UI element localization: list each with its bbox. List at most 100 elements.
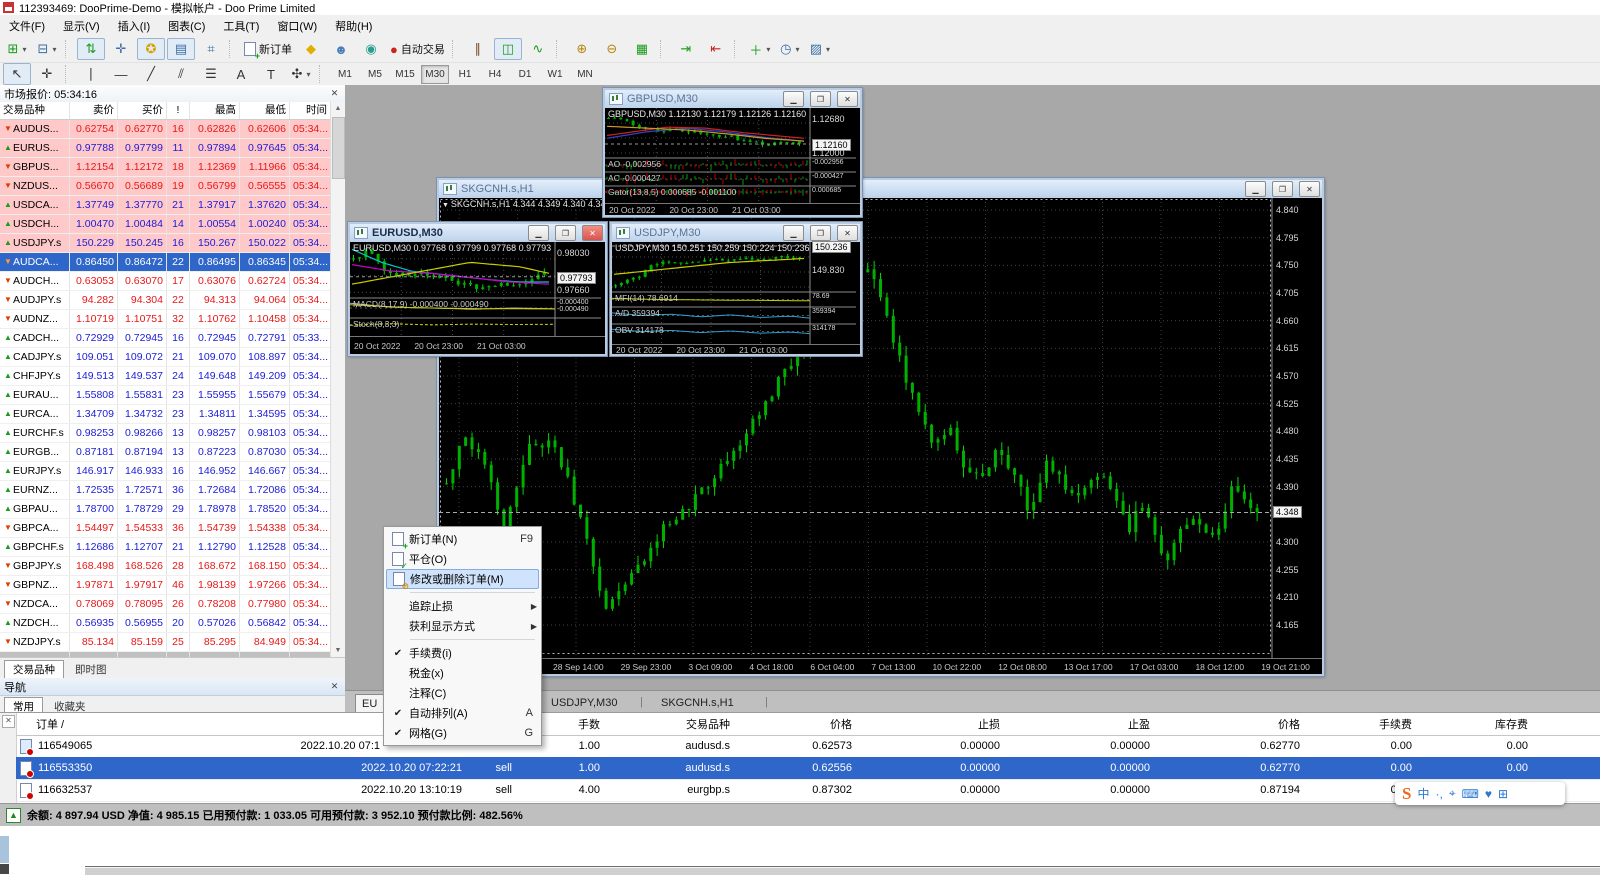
toolbox-icon[interactable]: ⊞ (1498, 787, 1508, 801)
terminal-toggle-button[interactable]: ▤ (167, 38, 195, 60)
autotrading-button[interactable]: ●自动交易 (387, 38, 448, 60)
order-row-116632537[interactable]: 1166325372022.10.20 13:10:19sell4.00eurg… (16, 779, 1600, 802)
chart-bars-button[interactable]: ∥ (464, 38, 492, 60)
column-header[interactable]: 买价 (118, 102, 167, 119)
mic-icon[interactable]: ⌖ (1449, 786, 1456, 801)
dropdown-caret-icon[interactable]: ▾ (826, 45, 830, 54)
profiles-button[interactable]: ⊟▾ (33, 38, 61, 60)
minimize-icon[interactable]: ▁ (783, 91, 804, 107)
trendline-button[interactable]: ╱ (137, 63, 165, 85)
chart-candles-button[interactable]: ◫ (494, 38, 522, 60)
chart-shift-button[interactable]: ⇤ (702, 38, 730, 60)
dropdown-caret-icon[interactable]: ▾ (306, 70, 310, 79)
legend-collapse-icon[interactable]: ▼ (442, 202, 451, 209)
context-menu-item-close-order[interactable]: ✓平仓(O) (384, 549, 541, 569)
vertical-line-button[interactable]: ∣ (77, 63, 105, 85)
column-header[interactable]: 交易品种 (0, 102, 70, 119)
market-row-EURGB...[interactable]: ▲EURGB...0.871810.87194130.872230.870300… (0, 443, 331, 462)
restore-icon[interactable]: ❐ (810, 91, 831, 107)
sogou-logo[interactable]: S (1402, 784, 1411, 804)
restore-icon[interactable]: ❐ (810, 225, 831, 241)
scroll-thumb[interactable] (332, 117, 345, 179)
timeframe-m1[interactable]: M1 (331, 65, 359, 84)
equidistant-channel-button[interactable]: ⫽ (167, 63, 195, 85)
punctuation-icon[interactable]: ·, (1435, 787, 1442, 801)
chart-window-titlebar[interactable]: SKGCNH.s,H1▁❐✕ (439, 180, 1322, 198)
skin-icon[interactable]: ♥ (1485, 787, 1492, 801)
auto-scroll-button[interactable]: ⇥ (672, 38, 700, 60)
chart-canvas[interactable]: MACD(8,17,9) -0.000400 -0.000490-0.00040… (350, 242, 605, 354)
market-watch-scrollbar[interactable]: ▲ ▼ (330, 102, 345, 658)
market-watch-header[interactable]: 交易品种卖价买价!最高最低时间 (0, 102, 331, 120)
menu-item-3[interactable]: 图表(C) (159, 16, 214, 36)
market-row-AUDCA...[interactable]: ▼AUDCA...0.864500.86472220.864950.863450… (0, 253, 331, 272)
close-icon[interactable]: ✕ (837, 91, 858, 107)
community-button[interactable]: ☻ (327, 38, 355, 60)
context-menu-item-grid[interactable]: ✔网格(G)G (384, 723, 541, 743)
context-menu-item-taxes[interactable]: 税金(x) (384, 663, 541, 683)
crosshair-button[interactable]: ✛ (33, 63, 61, 85)
market-row-CHFJPY.s[interactable]: ▲CHFJPY.s149.513149.53724149.648149.2090… (0, 367, 331, 386)
market-row-USDCA...[interactable]: ▲USDCA...1.377491.37770211.379171.376200… (0, 196, 331, 215)
context-menu-item-commissions[interactable]: ✔手续费(i) (384, 643, 541, 663)
soft-keyboard-icon[interactable]: ⌨ (1462, 787, 1479, 801)
market-row-EURNZ...[interactable]: ▲EURNZ...1.725351.72571361.726841.720860… (0, 481, 331, 500)
menu-item-5[interactable]: 窗口(W) (268, 16, 326, 36)
dropdown-caret-icon[interactable]: ▾ (766, 45, 770, 54)
context-menu-item-new-order[interactable]: +新订单(N)F9 (384, 529, 541, 549)
context-menu-item-trailing-stop[interactable]: 追踪止损▶ (384, 596, 541, 616)
input-method-bar[interactable]: S 中·,⌖⌨♥⊞ (1395, 782, 1565, 805)
menu-item-2[interactable]: 插入(I) (109, 16, 159, 36)
chart-window-usdjpy[interactable]: USDJPY,M30▁❐✕MFI(14) 78.691478.69A/D 359… (610, 222, 862, 356)
menu-item-4[interactable]: 工具(T) (214, 16, 268, 36)
minimize-icon[interactable]: ▁ (1245, 181, 1266, 197)
context-menu-item-profit-display-mode[interactable]: 获利显示方式▶ (384, 616, 541, 636)
orders-header-row[interactable]: 订单 /时间类型手数交易品种价格止损止盈价格手续费库存费 (16, 715, 1600, 736)
market-row-USDCH...[interactable]: ▲USDCH...1.004701.00484141.005541.002400… (0, 215, 331, 234)
restore-icon[interactable]: ❐ (1272, 181, 1293, 197)
market-row-CADCH...[interactable]: ▲CADCH...0.729290.72945160.729450.727910… (0, 329, 331, 348)
arrows-button[interactable]: ✣▾ (287, 63, 315, 85)
chart-canvas[interactable]: AO -0.002956-0.002956AC -0.000427-0.0004… (605, 108, 860, 215)
fibonacci-button[interactable]: ☰ (197, 63, 225, 85)
market-watch-toggle-button[interactable]: ⇅ (77, 38, 105, 60)
timeframe-m30[interactable]: M30 (421, 65, 449, 84)
market-row-AUDJPY.s[interactable]: ▼AUDJPY.s94.28294.3042294.31394.06405:34… (0, 291, 331, 310)
market-row-EURUS...[interactable]: ▲EURUS...0.977880.97799110.978940.976450… (0, 139, 331, 158)
market-row-EURAU...[interactable]: ▲EURAU...1.558081.55831231.559551.556790… (0, 386, 331, 405)
chart-window-gbpusd[interactable]: GBPUSD,M30▁❐✕AO -0.002956-0.002956AC -0.… (603, 88, 862, 217)
zoom-out-button[interactable]: ⊖ (598, 38, 626, 60)
column-header[interactable]: 订单 / (36, 715, 136, 735)
order-row-116549065[interactable]: 1165490652022.10.20 07:11.00audusd.s0.62… (16, 735, 1600, 758)
market-row-GBPJPY.s[interactable]: ▼GBPJPY.s168.498168.52628168.672168.1500… (0, 557, 331, 576)
tile-windows-button[interactable]: ▦ (628, 38, 656, 60)
minimize-icon[interactable]: ▁ (783, 225, 804, 241)
market-row-GBPCA...[interactable]: ▼GBPCA...1.544971.54533361.547391.543380… (0, 519, 331, 538)
text-button[interactable]: A (227, 63, 255, 85)
timeframe-mn[interactable]: MN (571, 65, 599, 84)
chart-tab-0[interactable]: EU (355, 694, 384, 712)
close-icon[interactable]: ✕ (837, 225, 858, 241)
timeframe-m5[interactable]: M5 (361, 65, 389, 84)
dropdown-caret-icon[interactable]: ▾ (22, 45, 26, 54)
context-menu-item-auto-arrange[interactable]: ✔自动排列(A)A (384, 703, 541, 723)
market-watch-close-icon[interactable]: ✕ (328, 87, 341, 100)
zoom-in-button[interactable]: ⊕ (568, 38, 596, 60)
timeframe-h1[interactable]: H1 (451, 65, 479, 84)
periods-button[interactable]: ◷▾ (776, 38, 804, 60)
chart-window-titlebar[interactable]: USDJPY,M30▁❐✕ (612, 224, 860, 242)
new-order-button[interactable]: +新订单 (241, 38, 295, 60)
market-row-EURJPY.s[interactable]: ▲EURJPY.s146.917146.93316146.952146.6670… (0, 462, 331, 481)
menu-item-1[interactable]: 显示(V) (54, 16, 109, 36)
market-row-AUDNZ...[interactable]: ▼AUDNZ...1.107191.10751321.107621.104580… (0, 310, 331, 329)
chart-tab-1[interactable]: USDJPY,M30 (545, 694, 623, 711)
market-row-NZDCA...[interactable]: ▼NZDCA...0.780690.78095260.782080.779800… (0, 595, 331, 614)
order-row-116553350[interactable]: 1165533502022.10.20 07:22:21sell1.00audu… (16, 757, 1600, 780)
market-row-NZDJPY.s[interactable]: ▼NZDJPY.s85.13485.1592585.29584.94905:34… (0, 633, 331, 652)
navigator-toggle-button[interactable]: ✪ (137, 38, 165, 60)
context-menu-item-modify-delete-order[interactable]: ⊘修改或删除订单(M) (386, 569, 539, 589)
market-row-GBPNZ...[interactable]: ▼GBPNZ...1.978711.97917461.981391.972660… (0, 576, 331, 595)
market-watch-titlebar[interactable]: 市场报价: 05:34:16 ✕ (0, 85, 345, 103)
timeframe-w1[interactable]: W1 (541, 65, 569, 84)
terminal-close-icon[interactable]: ✕ (2, 715, 15, 728)
